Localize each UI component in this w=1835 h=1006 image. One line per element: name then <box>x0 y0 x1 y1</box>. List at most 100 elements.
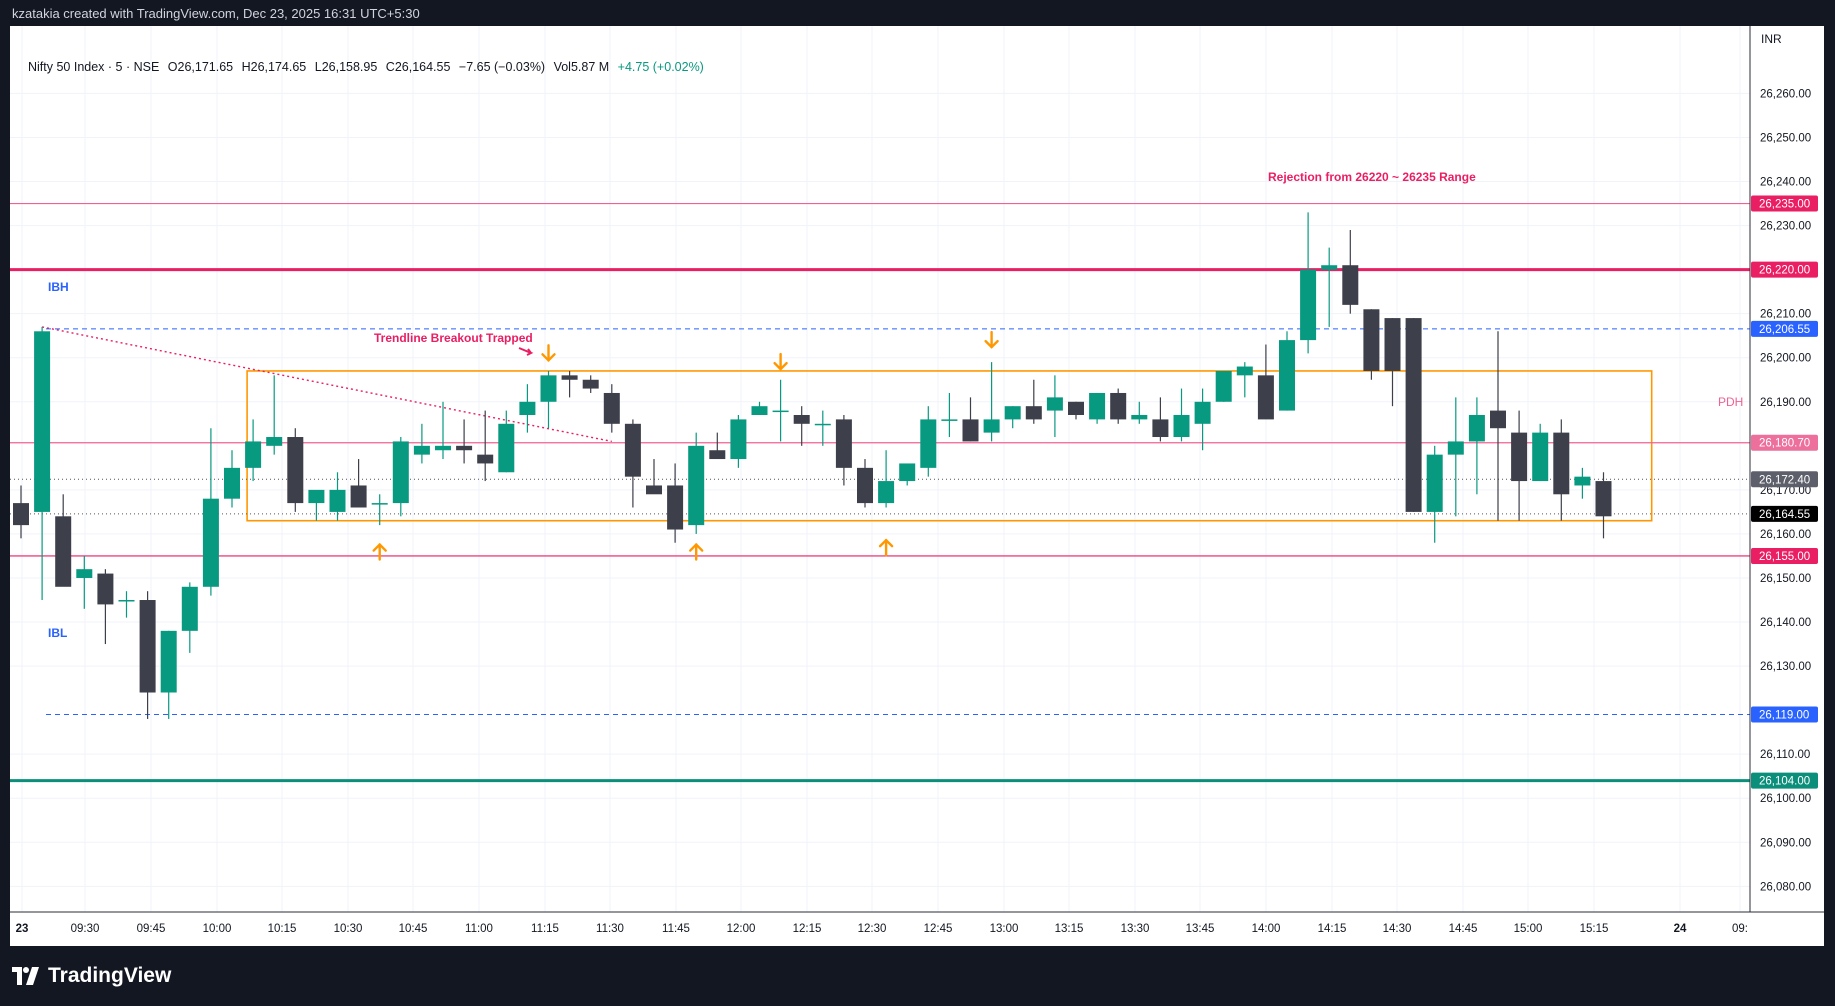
candle-body <box>1004 406 1021 420</box>
candles <box>13 212 1612 719</box>
x-tick-label: 11:00 <box>465 923 493 935</box>
candle-body <box>603 392 620 424</box>
candle <box>160 630 177 719</box>
candle-body <box>1300 269 1317 341</box>
candle <box>1110 388 1127 424</box>
candle <box>730 414 747 468</box>
chart-frame[interactable]: Rejection from 26220 ~ 26235 Range Trendl… <box>10 26 1824 946</box>
price-chart[interactable]: Rejection from 26220 ~ 26235 Range Trendl… <box>10 26 1824 946</box>
x-tick-label: 10:00 <box>203 923 232 935</box>
candle <box>181 582 198 653</box>
orange-arrow-up-icon <box>372 542 387 561</box>
candle <box>772 379 789 442</box>
candle <box>435 401 451 460</box>
x-tick-label: 11:15 <box>531 923 559 935</box>
candle-body <box>624 423 641 477</box>
candle <box>709 432 726 460</box>
y-tick-label: 26,110.00 <box>1760 749 1810 761</box>
x-tick-label: 12:15 <box>793 923 822 935</box>
y-tick-label: 26,130.00 <box>1760 661 1811 673</box>
candle-body <box>266 437 283 446</box>
candle-body <box>1236 366 1253 376</box>
candle <box>835 414 852 486</box>
legend-symbol[interactable]: Nifty 50 Index · 5 · NSE <box>28 60 159 74</box>
tradingview-logo[interactable]: TradingView <box>12 963 171 989</box>
candle <box>899 463 916 486</box>
x-tick-label: 15:15 <box>1580 923 1609 935</box>
ibl-label: IBL <box>48 626 67 640</box>
candle <box>688 432 705 534</box>
candle-body <box>1194 401 1211 424</box>
y-tick-label: 26,100.00 <box>1760 793 1811 805</box>
candle <box>1405 318 1422 512</box>
candle-body <box>772 410 789 413</box>
y-tick-label: 26,210.00 <box>1760 309 1811 321</box>
x-tick-label: 24 <box>1674 923 1687 935</box>
candle <box>118 591 135 618</box>
candle-body <box>857 467 873 504</box>
price-badge-label: 26,220.00 <box>1759 265 1810 277</box>
candle <box>751 401 768 415</box>
candle <box>97 569 114 645</box>
candle <box>498 410 515 473</box>
candle-body <box>456 445 473 451</box>
top-bar: kzatakia created with TradingView.com, D… <box>0 0 1835 26</box>
y-tick-label: 26,090.00 <box>1760 837 1811 849</box>
candle-body <box>160 630 177 693</box>
candle <box>941 392 958 438</box>
candle-body <box>983 419 1000 433</box>
y-tick-label: 26,140.00 <box>1760 617 1811 629</box>
candle <box>667 463 684 543</box>
candle-body <box>920 419 937 468</box>
x-tick-label: 10:15 <box>268 923 297 935</box>
candle-body <box>55 516 72 587</box>
y-tick-label: 26,080.00 <box>1760 881 1811 893</box>
trendline-pointer-icon <box>518 347 534 356</box>
candle-body <box>1447 441 1464 455</box>
legend-low: L26,158.95 <box>314 60 378 74</box>
candle <box>139 591 156 719</box>
candle <box>1384 318 1401 407</box>
x-tick-label: 10:30 <box>334 923 363 935</box>
candle-body <box>308 489 325 504</box>
price-axis: INR 26,260.00 26,250.00 26,240.00 26,230.00 2… <box>1749 26 1824 939</box>
candle-body <box>941 419 958 421</box>
price-badge-label: 26,235.00 <box>1759 199 1810 211</box>
price-badge-label: 26,155.00 <box>1759 551 1810 563</box>
candle-body <box>477 454 494 464</box>
x-tick-label: 14:30 <box>1383 923 1412 935</box>
x-tick-label: 12:00 <box>727 923 756 935</box>
candle <box>1089 392 1106 424</box>
candle <box>1342 229 1359 314</box>
candle <box>582 375 599 393</box>
y-tick-label: 26,260.00 <box>1760 88 1811 100</box>
candle-body <box>392 441 409 504</box>
candle-body <box>1279 340 1295 411</box>
candle <box>329 472 346 521</box>
candle <box>350 459 367 508</box>
candle-body <box>878 481 895 504</box>
candle <box>34 326 51 601</box>
candle-body <box>730 419 747 460</box>
candle <box>561 370 578 398</box>
candle-body <box>1025 406 1042 420</box>
candle-body <box>688 445 705 526</box>
candle <box>1574 467 1591 499</box>
legend-volume-label: Vol <box>553 60 571 74</box>
candle <box>1511 410 1528 521</box>
candle-body <box>1511 432 1528 482</box>
candle-body <box>582 379 599 389</box>
candle-body <box>413 445 430 455</box>
price-badge-label: 26,164.55 <box>1759 509 1810 521</box>
candle-body <box>1110 392 1127 420</box>
orange-arrow-up-icon <box>878 538 894 557</box>
candle <box>1173 388 1190 442</box>
candle <box>1257 344 1274 420</box>
candle-body <box>667 485 684 530</box>
candle <box>920 406 937 477</box>
legend-high: H26,174.65 <box>241 60 307 74</box>
candle-body <box>34 331 51 512</box>
candle-body <box>814 423 831 426</box>
candle <box>1068 401 1084 420</box>
candle <box>1194 388 1211 451</box>
